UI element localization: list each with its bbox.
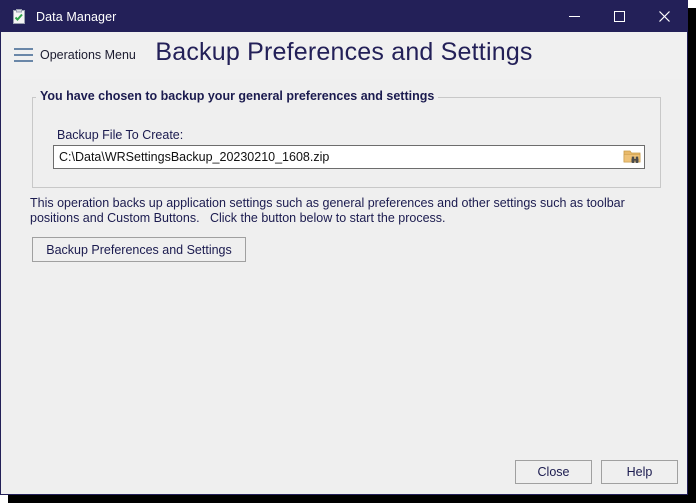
clipboard-check-icon (11, 8, 27, 25)
backup-groupbox (32, 97, 661, 188)
backup-preferences-button[interactable]: Backup Preferences and Settings (32, 237, 246, 262)
groupbox-legend: You have chosen to backup your general p… (36, 89, 439, 103)
window-controls (552, 1, 687, 32)
window-title: Data Manager (36, 9, 117, 24)
operations-menu-button[interactable]: Operations Menu (14, 43, 136, 67)
backup-file-input[interactable]: C:\Data\WRSettingsBackup_20230210_1608.z… (53, 145, 645, 169)
maximize-button[interactable] (597, 1, 642, 32)
app-screenshot: Data Manager Backup Preferences and Sett… (0, 0, 696, 503)
backup-file-label: Backup File To Create: (57, 128, 184, 142)
operation-description: This operation backs up application sett… (30, 196, 625, 225)
close-button[interactable] (642, 1, 687, 32)
operations-menu-label: Operations Menu (40, 48, 136, 62)
folder-browse-icon[interactable] (620, 146, 644, 168)
help-button[interactable]: Help (601, 460, 678, 484)
close-dialog-button[interactable]: Close (515, 460, 592, 484)
minimize-button[interactable] (552, 1, 597, 32)
application-window: Data Manager Backup Preferences and Sett… (0, 0, 688, 495)
hamburger-menu-icon (14, 48, 33, 62)
header-band: Backup Preferences and Settings Operatio… (2, 32, 686, 79)
content-area: You have chosen to backup your general p… (2, 79, 686, 494)
title-bar: Data Manager (1, 1, 687, 32)
backup-file-value[interactable]: C:\Data\WRSettingsBackup_20230210_1608.z… (54, 150, 620, 164)
